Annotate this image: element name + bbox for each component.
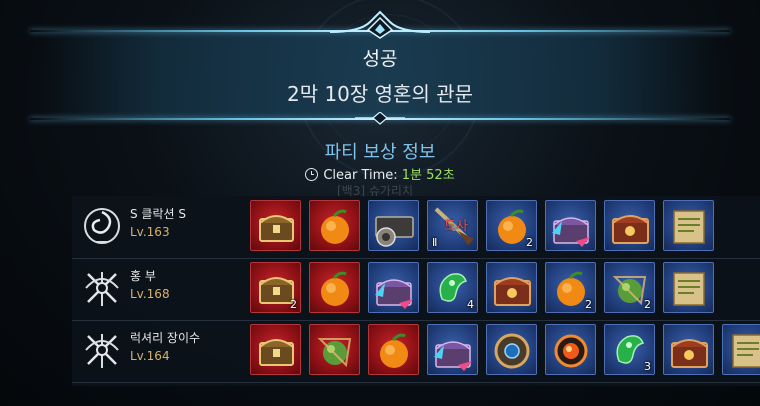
treasure-chest-icon xyxy=(612,215,649,244)
crossed-bow-emblem-icon xyxy=(85,272,119,306)
reward-item-slot[interactable] xyxy=(486,262,537,313)
reward-item-slot[interactable]: 도사 Ⅱ xyxy=(427,200,478,251)
crystal-chest-icon xyxy=(552,217,590,247)
reward-item-slot[interactable] xyxy=(368,324,419,375)
orange-fruit-icon xyxy=(380,333,408,368)
scroll-icon xyxy=(673,210,705,244)
crystal-chest-icon xyxy=(434,341,472,371)
reward-item-slot[interactable]: 3 xyxy=(604,324,655,375)
reward-item-slot[interactable] xyxy=(427,324,478,375)
reward-item-list: 3 xyxy=(250,324,760,376)
scroll-icon xyxy=(673,272,705,306)
treasure-chest-icon xyxy=(671,339,708,368)
item-count: 2 xyxy=(585,298,592,311)
ornate-chest-icon xyxy=(375,216,414,247)
orange-fruit-icon xyxy=(321,271,349,306)
crystal-chest-icon xyxy=(375,279,413,309)
player-name: 홍 부 xyxy=(130,269,156,283)
stage-title: 2막 10장 영혼의 관문 xyxy=(286,82,474,106)
reward-item-slot[interactable]: 2 xyxy=(486,200,537,251)
treasure-chest-icon xyxy=(494,277,531,306)
reward-item-slot[interactable] xyxy=(309,324,360,375)
reward-item-slot[interactable] xyxy=(309,200,360,251)
reward-item-slot[interactable] xyxy=(663,324,714,375)
party-reward-title: 파티 보상 정보 xyxy=(324,142,436,163)
reward-item-slot[interactable] xyxy=(486,324,537,375)
player-name: S 클락션 S xyxy=(130,207,186,221)
fire-orb-icon xyxy=(554,334,588,368)
player-row: 홍 부 Lv.168 2 4 2 2 xyxy=(72,258,760,321)
item-count: 3 xyxy=(644,360,651,373)
reward-item-list: 도사 Ⅱ 2 xyxy=(250,200,760,252)
reward-item-slot[interactable] xyxy=(604,200,655,251)
player-name: 럭셔리 장이수 xyxy=(130,331,201,345)
reward-item-slot[interactable]: 2 xyxy=(604,262,655,313)
reward-item-slot[interactable]: 2 xyxy=(250,262,301,313)
reward-item-slot[interactable] xyxy=(545,324,596,375)
item-count: 2 xyxy=(290,298,297,311)
item-grade-mark: Ⅱ xyxy=(432,236,438,249)
row-divider xyxy=(72,382,760,383)
player-level: Lv.163 xyxy=(130,225,170,239)
crossed-bow-emblem-icon xyxy=(85,334,119,368)
item-count: 4 xyxy=(467,298,474,311)
player-level: Lv.168 xyxy=(130,287,170,301)
gold-chest-icon xyxy=(259,339,294,366)
item-count: 2 xyxy=(644,298,651,311)
player-level: Lv.164 xyxy=(130,349,170,363)
clear-time-value: 1분 52초 xyxy=(401,168,455,183)
player-row: 럭셔리 장이수 Lv.164 3 xyxy=(72,320,760,383)
crest-bottom-ornament-icon xyxy=(355,112,405,125)
reward-item-slot[interactable] xyxy=(663,262,714,313)
reward-item-list: 2 4 2 2 xyxy=(250,262,760,314)
reward-item-slot[interactable] xyxy=(368,262,419,313)
reward-item-slot[interactable] xyxy=(309,262,360,313)
clock-icon xyxy=(305,168,319,181)
scroll-icon xyxy=(732,334,760,368)
ornate-orb-icon xyxy=(494,333,530,369)
reward-item-slot[interactable]: 4 xyxy=(427,262,478,313)
gold-chest-icon xyxy=(259,215,294,242)
result-status: 성공 xyxy=(362,48,398,70)
reward-item-slot[interactable] xyxy=(545,200,596,251)
reward-item-slot[interactable] xyxy=(722,324,760,375)
crest-ornament-icon xyxy=(330,10,430,39)
item-count: 2 xyxy=(526,236,533,249)
reward-item-slot[interactable] xyxy=(368,200,419,251)
clear-time-label: Clear Time: xyxy=(323,168,398,183)
clear-time: Clear Time: 1분 52초 xyxy=(0,164,760,183)
player-row: S 클락션 S Lv.163 도사 Ⅱ 2 xyxy=(72,196,760,259)
orange-fruit-icon xyxy=(321,209,349,244)
reward-item-slot[interactable] xyxy=(250,324,301,375)
reward-item-slot[interactable] xyxy=(250,200,301,251)
reward-item-slot[interactable] xyxy=(663,200,714,251)
green-fruit-icon xyxy=(317,338,352,368)
swirl-emblem-icon xyxy=(84,208,120,244)
reward-item-slot[interactable]: 2 xyxy=(545,262,596,313)
item-overlay-text: 도사 xyxy=(444,219,468,234)
